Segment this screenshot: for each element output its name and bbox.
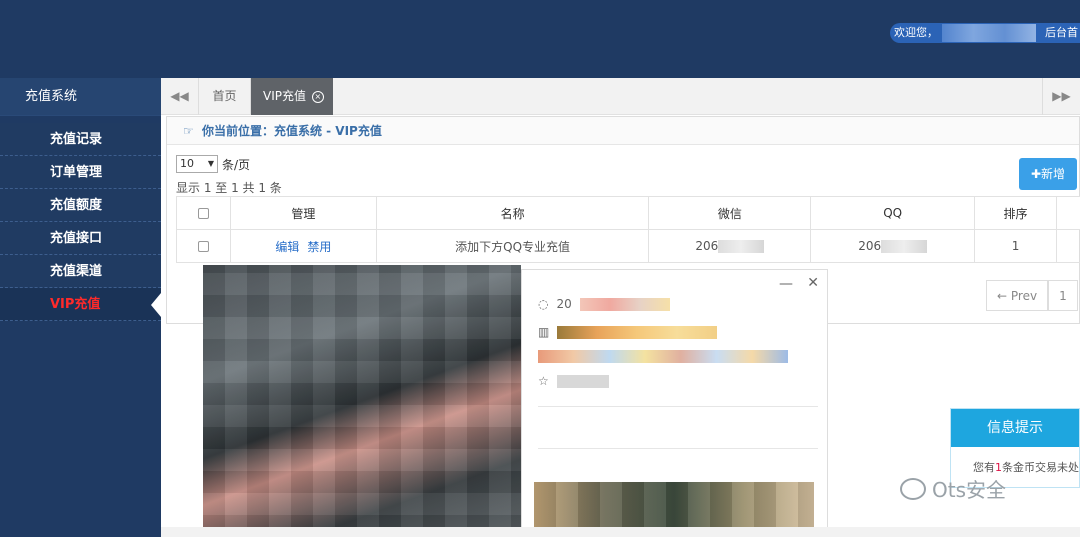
redacted-star-text: [556, 374, 609, 388]
pixelated-avatar-image: [203, 265, 521, 537]
select-all-cell: [176, 196, 231, 230]
table-row: 编辑 禁用 添加下方QQ专业充值 206 206 1: [176, 229, 1080, 263]
column-header-name: 名称: [375, 196, 650, 230]
column-header-qq: QQ: [810, 196, 976, 230]
row-manage-cell: 编辑 禁用: [229, 229, 377, 263]
page-number-button[interactable]: 1: [1048, 280, 1078, 311]
row-extra-cell: [1055, 229, 1080, 263]
penguin-icon: ◌: [538, 297, 549, 311]
sidebar-item-recharge-amount[interactable]: 充值额度: [0, 189, 161, 222]
breadcrumb: ☞ 你当前位置：充值系统 - VIP充值: [167, 117, 1079, 145]
toast-title: 信息提示: [951, 409, 1079, 447]
redacted-level: [557, 325, 718, 339]
sidebar-menu: 充值记录 订单管理 充值额度 充值接口 充值渠道 VIP充值: [0, 123, 161, 321]
sidebar-item-vip-recharge[interactable]: VIP充值: [0, 288, 161, 321]
wechat-value: 206: [695, 239, 719, 253]
welcome-text: 欢迎您，: [894, 26, 938, 39]
data-table: 管理 名称 微信 QQ 排序 编辑 禁用 添加下方QQ专业充值 206 206 1: [176, 196, 1080, 263]
sidebar-item-recharge-interface[interactable]: 充值接口: [0, 222, 161, 255]
tab-close-icon[interactable]: ×: [311, 90, 324, 103]
close-icon[interactable]: ✕: [807, 275, 819, 291]
records-summary: 显示 1 至 1 共 1 条: [176, 181, 282, 195]
pointing-hand-icon: ☞: [183, 124, 194, 138]
column-header-wechat: 微信: [648, 196, 812, 230]
select-all-checkbox[interactable]: [197, 208, 209, 219]
column-header-order: 排序: [974, 196, 1057, 230]
active-indicator-arrow: [151, 293, 161, 317]
toast-count: 1: [995, 461, 1002, 474]
card-level-row: ▥: [538, 325, 718, 339]
sidebar-title[interactable]: 充值系统: [0, 78, 161, 116]
sidebar-item-order-management[interactable]: 订单管理: [0, 156, 161, 189]
page-size-control: 10 ▼ 条/页: [176, 155, 250, 173]
sidebar-bottom: [0, 527, 161, 537]
tab-scroll-left-icon[interactable]: ◀◀: [161, 78, 199, 115]
qq-value: 206: [858, 239, 882, 253]
toast-suffix: 条金币交易未处: [1002, 461, 1079, 474]
table-header-row: 管理 名称 微信 QQ 排序: [176, 196, 1080, 230]
row-order-cell: 1: [974, 229, 1057, 263]
toast-message: 您有1条金币交易未处: [951, 447, 1079, 475]
chart-icon: ▥: [538, 325, 550, 339]
chevron-down-icon: ▼: [207, 159, 214, 168]
tab-home[interactable]: 首页: [199, 78, 251, 115]
redacted-qq: [881, 240, 928, 253]
card-star-row: ☆: [538, 374, 609, 388]
sidebar-item-recharge-records[interactable]: 充值记录: [0, 123, 161, 156]
sidebar: 充值系统 充值记录 订单管理 充值额度 充值接口 充值渠道 VIP充值: [0, 78, 161, 537]
page-size-select[interactable]: 10 ▼: [176, 155, 218, 173]
disable-link[interactable]: 禁用: [307, 240, 331, 254]
edit-link[interactable]: 编辑: [275, 240, 299, 254]
sidebar-item-recharge-channel[interactable]: 充值渠道: [0, 255, 161, 288]
profile-card-popup: — ✕ ◌ 20 ▥ ☆: [521, 269, 828, 537]
tab-vip-recharge[interactable]: VIP充值 ×: [251, 78, 333, 115]
bottom-strip: [0, 527, 1080, 537]
row-select-cell: [176, 229, 231, 263]
card-divider-2: [538, 448, 818, 449]
card-qq-row: ◌ 20: [538, 297, 670, 311]
tab-scroll-right-icon[interactable]: ▶▶: [1042, 78, 1080, 115]
page-size-unit: 条/页: [222, 157, 251, 172]
redacted-wechat: [718, 240, 765, 253]
page-size-value: 10: [180, 157, 194, 170]
pagination: ← Prev 1: [986, 280, 1078, 311]
column-header-extra: [1055, 196, 1080, 230]
toast-prefix: 您有: [973, 461, 995, 474]
minimize-icon[interactable]: —: [779, 276, 793, 292]
redacted-username: [942, 24, 1036, 42]
row-checkbox[interactable]: [197, 241, 209, 252]
wechat-icon: [900, 477, 926, 500]
tab-vip-label: VIP充值: [263, 89, 306, 103]
watermark: Ots安全: [900, 474, 1006, 503]
row-wechat-cell: 206: [648, 229, 812, 263]
redacted-id: [579, 297, 670, 311]
card-badges-row: [538, 350, 788, 363]
add-button[interactable]: ✚新增: [1019, 158, 1077, 190]
card-id-prefix: 20: [556, 297, 572, 311]
breadcrumb-text: 你当前位置：充值系统 - VIP充值: [201, 124, 382, 138]
backend-home-link[interactable]: 后台首: [1045, 23, 1078, 43]
watermark-text: Ots安全: [932, 478, 1007, 502]
row-qq-cell: 206: [810, 229, 976, 263]
column-header-manage: 管理: [229, 196, 377, 230]
prev-page-button[interactable]: ← Prev: [986, 280, 1049, 311]
redacted-badges: [538, 350, 788, 363]
tab-bar: ◀◀ 首页 VIP充值 × ▶▶: [161, 78, 1080, 115]
row-name-cell: 添加下方QQ专业充值: [375, 229, 650, 263]
star-icon: ☆: [538, 374, 549, 388]
card-divider: [538, 406, 818, 407]
